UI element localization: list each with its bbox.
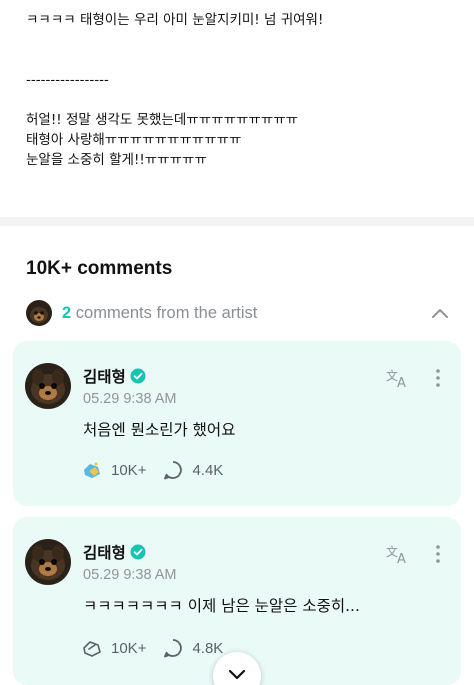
comment-stats: 10K+ 4.4K: [81, 459, 239, 481]
more-options-icon[interactable]: [431, 543, 445, 565]
author-name: 김태형: [83, 368, 126, 386]
chevron-down-icon: [228, 669, 246, 680]
translate-icon[interactable]: 文 A: [385, 543, 411, 565]
svg-text:A: A: [397, 552, 406, 565]
comment-timestamp: 05.29 9:38 AM: [83, 567, 177, 583]
artist-comments-count: 2: [62, 303, 72, 322]
verified-badge-icon: [130, 544, 146, 560]
post-line: 태형아 사랑해ㅠㅠㅠㅠㅠㅠㅠㅠㅠㅠㅠ: [26, 132, 242, 148]
avatar[interactable]: [25, 539, 71, 585]
comment-author[interactable]: 김태형: [83, 365, 146, 387]
comment-text: ㅋㅋㅋㅋㅋㅋㅋ 이제 남은 눈알은 소중히...: [83, 597, 360, 615]
more-options-icon[interactable]: [431, 367, 445, 389]
reply-count: 4.8K: [192, 639, 224, 657]
author-name: 김태형: [83, 544, 126, 562]
avatar[interactable]: [25, 363, 71, 409]
chevron-up-icon[interactable]: [430, 303, 450, 323]
post-divider: -----------------: [26, 72, 109, 88]
comment-text: 처음엔 뭔소린가 했어요: [83, 421, 236, 439]
verified-badge-icon: [130, 368, 146, 384]
comment-stats: 10K+ 4.8K: [81, 637, 239, 659]
reply-icon[interactable]: [162, 459, 184, 481]
post-body: ㅋㅋㅋㅋ 태형이는 우리 아미 눈알지키미! 넘 귀여워! ----------…: [0, 0, 474, 217]
like-count: 10K+: [111, 639, 147, 657]
post-line: 허얼!! 정말 생각도 못했는데ㅠㅠㅠㅠㅠㅠㅠㅠㅠ: [26, 112, 299, 128]
reply-count: 4.4K: [192, 461, 224, 479]
comment-author[interactable]: 김태형: [83, 541, 146, 563]
like-count: 10K+: [111, 461, 147, 479]
comment-timestamp: 05.29 9:38 AM: [83, 391, 177, 407]
post-line: 눈알을 소중히 할게!!ㅠㅠㅠㅠㅠ: [26, 152, 207, 168]
artist-comment-card[interactable]: 김태형 05.29 9:38 AM 처음엔 뭔소린가 했어요 文 A 10K+ …: [13, 341, 461, 506]
like-filled-icon[interactable]: [81, 459, 103, 481]
translate-icon[interactable]: 文 A: [385, 367, 411, 389]
like-outline-icon[interactable]: [81, 637, 103, 659]
artist-mini-avatar: [26, 300, 52, 326]
reply-icon[interactable]: [162, 637, 184, 659]
post-line: ㅋㅋㅋㅋ 태형이는 우리 아미 눈알지키미! 넘 귀여워!: [26, 12, 324, 28]
artist-comments-label: 2 comments from the artist: [62, 304, 257, 323]
artist-comments-text: comments from the artist: [75, 303, 258, 322]
svg-text:A: A: [397, 376, 406, 389]
artist-comments-toggle[interactable]: 2 comments from the artist: [26, 299, 450, 327]
comments-count: 10K+ comments: [26, 258, 173, 279]
